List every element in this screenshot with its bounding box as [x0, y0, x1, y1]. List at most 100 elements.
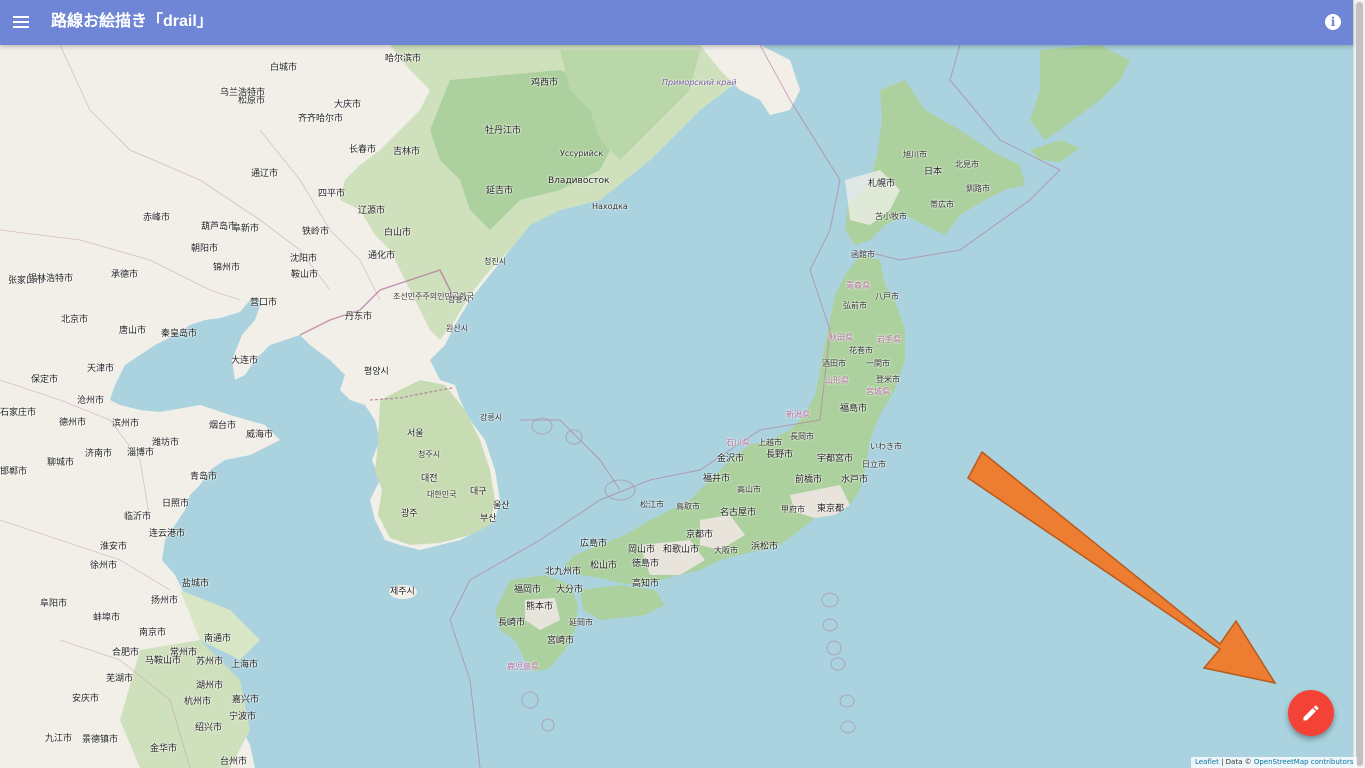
map-label: 서울: [407, 429, 424, 439]
page-scrollbar[interactable]: [1353, 0, 1365, 768]
map-label: 石川県: [726, 438, 750, 447]
info-icon[interactable]: i: [1325, 14, 1341, 30]
map-label: 杭州市: [184, 697, 212, 707]
map-label: 保定市: [31, 375, 59, 385]
map-label: 大庆市: [334, 100, 362, 110]
map-label: 함흥시: [448, 295, 471, 304]
map-label: 扬州市: [151, 596, 179, 606]
map-label: 松山市: [590, 561, 618, 571]
map-label: 松江市: [640, 500, 664, 509]
map-label: 부산: [480, 514, 497, 524]
map-label: 延吉市: [486, 186, 514, 196]
map-label: 大分市: [556, 585, 584, 595]
map-label: 青森県: [846, 281, 870, 290]
map-label: 登米市: [876, 375, 900, 384]
map-label: 延岡市: [569, 618, 593, 627]
map-label: 合肥市: [112, 648, 140, 658]
edit-fab-button[interactable]: [1288, 690, 1334, 736]
map-view[interactable]: Приморский край Владивосток Уссурийск На…: [0, 45, 1353, 768]
map-label: 函館市: [851, 250, 875, 259]
map-label: 临沂市: [124, 512, 152, 522]
map-label: 帯広市: [930, 200, 954, 209]
map-label: 安庆市: [72, 694, 100, 704]
map-label: 新潟県: [786, 410, 810, 419]
map-label: 辽源市: [358, 206, 386, 216]
map-label: 金沢市: [717, 454, 745, 464]
map-label: 青岛市: [190, 472, 218, 482]
map-label: 台州市: [220, 757, 248, 767]
map-label: 광주: [401, 509, 418, 519]
map-label: 大阪市: [714, 546, 738, 555]
map-label: 대구: [470, 487, 487, 497]
map-label: 徐州市: [90, 561, 118, 571]
map-label: 盐城市: [182, 579, 210, 589]
map-label: 石家庄市: [0, 408, 37, 418]
map-label: いわき市: [870, 442, 902, 451]
osm-link[interactable]: OpenStreetMap contributors: [1254, 758, 1354, 766]
map-attribution: Leaflet | Data © OpenStreetMap contribut…: [1191, 757, 1358, 768]
leaflet-link[interactable]: Leaflet: [1195, 758, 1219, 766]
map-label: 邯郸市: [0, 467, 28, 477]
map-label: 원산시: [446, 324, 469, 333]
map-label: 阜新市: [232, 224, 260, 234]
map-label: 岩手県: [877, 335, 901, 344]
map-label: 北京市: [61, 315, 89, 325]
map-label: 天津市: [87, 364, 115, 374]
map-label: 京都市: [686, 530, 714, 540]
map-label: 白城市: [270, 63, 298, 73]
map-label: 평양시: [364, 367, 389, 377]
map-label: 長野市: [766, 450, 794, 460]
map-label: 牡丹江市: [485, 126, 522, 136]
map-label: 唐山市: [119, 326, 147, 336]
map-label: 北見市: [955, 160, 979, 169]
map-label: 和歌山市: [663, 545, 700, 555]
map-label: 白山市: [384, 228, 412, 238]
map-label: 名古屋市: [720, 508, 757, 518]
map-label: 威海市: [246, 430, 274, 440]
map-label: 酒田市: [822, 359, 846, 368]
map-label: 锦州市: [213, 263, 241, 273]
hamburger-menu-icon[interactable]: [10, 11, 32, 33]
map-label: 阜阳市: [40, 599, 68, 609]
map-label: Уссурийск: [560, 149, 604, 158]
pencil-icon: [1303, 705, 1319, 721]
map-label: 锡林浩特市: [28, 274, 74, 284]
map-label: Находка: [592, 202, 628, 211]
map-label: 강릉시: [480, 413, 503, 422]
map-label: 長崎市: [498, 618, 526, 628]
map-label: 北九州市: [545, 567, 582, 577]
map-label: 吉林市: [393, 147, 421, 157]
map-label: 朝阳市: [191, 244, 219, 254]
attribution-text: | Data ©: [1218, 758, 1254, 766]
map-label: 釧路市: [966, 184, 990, 193]
scrollbar-thumb[interactable]: [1356, 2, 1363, 766]
map-label: 德州市: [59, 418, 87, 428]
map-label: 熊本市: [526, 602, 554, 612]
map-label: 聊城市: [47, 458, 75, 468]
map-label: 岡山市: [628, 545, 656, 555]
map-label: 宇都宮市: [817, 454, 854, 464]
map-label: 福島市: [840, 404, 868, 414]
map-label: 马鞍山市: [145, 656, 182, 666]
map-label: 대한민국: [427, 490, 457, 499]
map-label: 济南市: [85, 449, 113, 459]
map-label: 秦皇岛市: [161, 329, 198, 339]
map-label: 花巻市: [849, 346, 873, 355]
map-label: 日立市: [862, 460, 886, 469]
map-label: 上海市: [231, 660, 259, 670]
map-label: 通化市: [368, 251, 396, 261]
map-label: 滨州市: [112, 419, 140, 429]
map-label: 承德市: [111, 270, 139, 280]
map-label: 湖州市: [196, 681, 224, 691]
map-label: 四平市: [318, 189, 346, 199]
map-label: 甲府市: [781, 505, 805, 514]
map-label: 苏州市: [196, 657, 224, 667]
map-label: 松原市: [238, 96, 266, 106]
map-label: 福岡市: [514, 585, 542, 595]
map-label: 营口市: [250, 298, 278, 308]
map-label: 丹东市: [345, 312, 373, 322]
map-label: 청주시: [418, 450, 441, 459]
map-label: 鞍山市: [291, 270, 319, 280]
map-label: 徳島市: [632, 559, 660, 569]
map-label: 铁岭市: [302, 227, 330, 237]
